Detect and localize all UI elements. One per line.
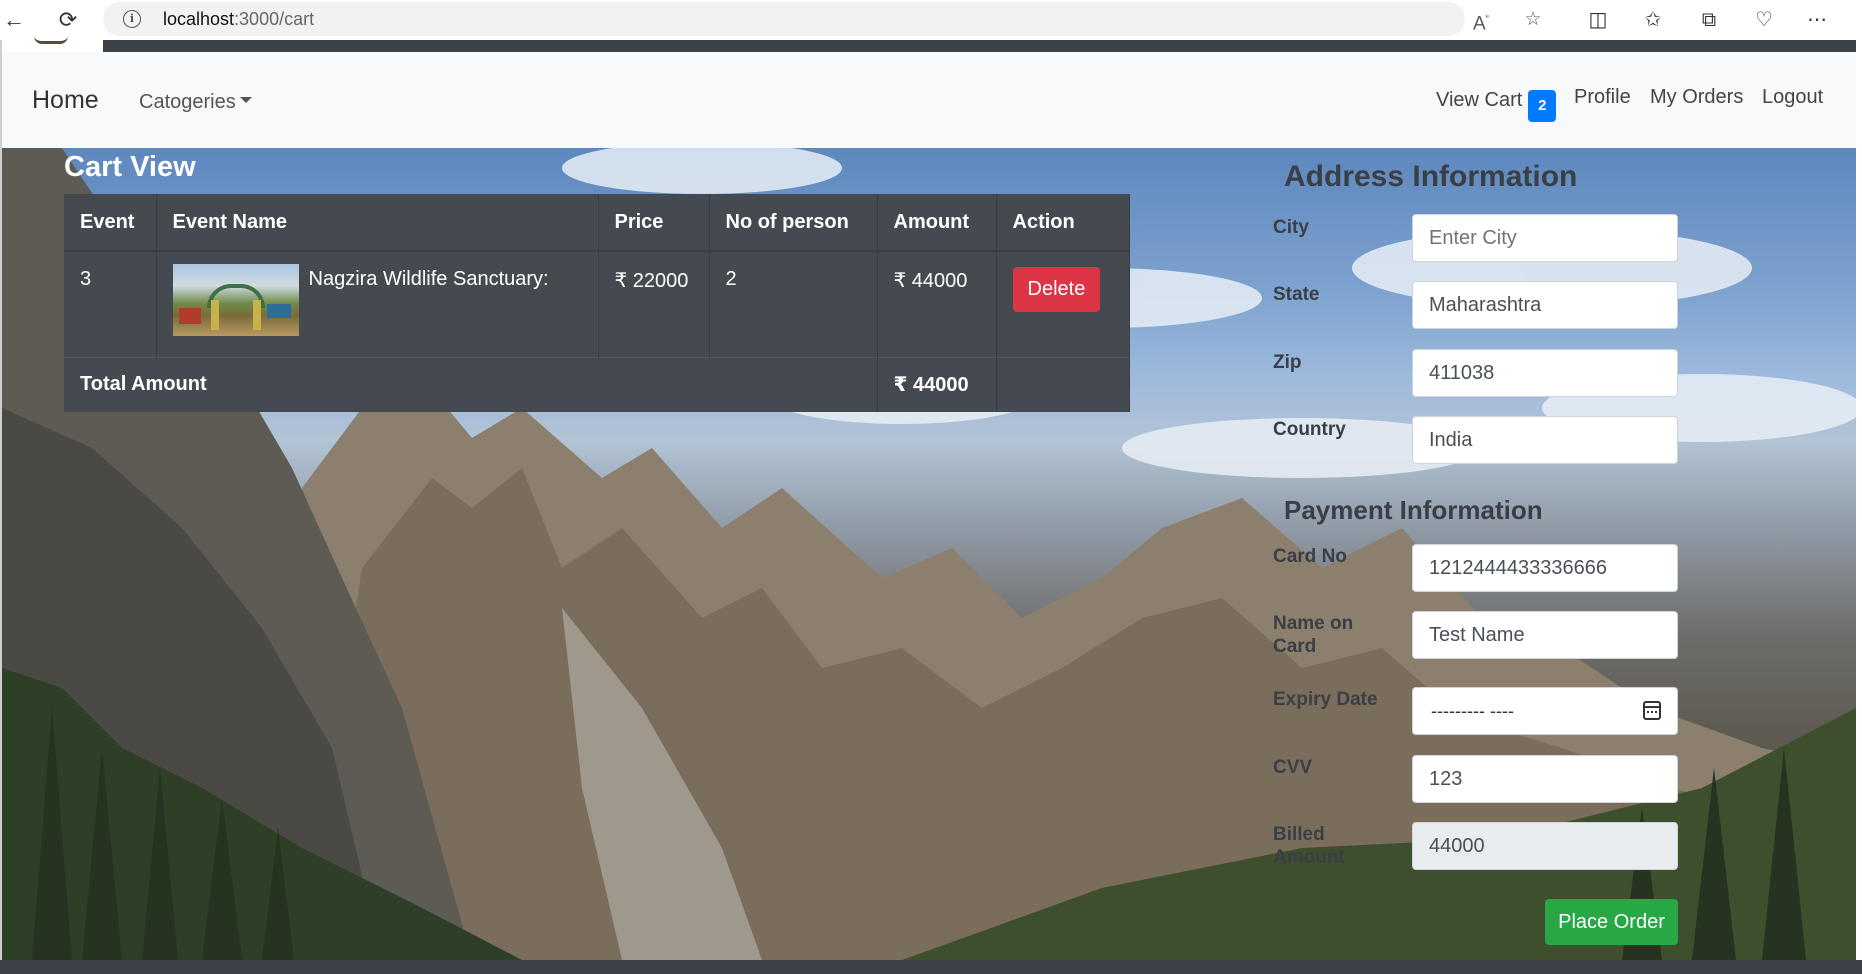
- expiry-date-value: --------- ----: [1431, 701, 1514, 721]
- cart-count-badge: 2: [1528, 90, 1557, 122]
- expiry-date-input[interactable]: --------- ----: [1412, 687, 1678, 735]
- cell-event: 3: [64, 250, 157, 357]
- column-header-persons: No of person: [709, 194, 878, 252]
- name-on-card-label: Name on Card: [1273, 613, 1354, 657]
- header-strip: [103, 40, 1856, 52]
- footer-strip: [0, 960, 1862, 974]
- caret-down-icon: [239, 96, 252, 103]
- total-empty-cell: [996, 356, 1130, 412]
- favorite-star-icon[interactable]: ☆: [1520, 7, 1546, 33]
- browser-essentials-icon[interactable]: ♡: [1750, 6, 1778, 34]
- column-header-action: Action: [996, 194, 1130, 252]
- column-header-price: Price: [598, 194, 710, 252]
- address-information-title: Address Information: [1284, 160, 1578, 193]
- nav-categories-label: Catogeries: [139, 91, 236, 113]
- state-label: State: [1273, 284, 1320, 305]
- collections-icon[interactable]: ⧉: [1695, 6, 1723, 34]
- column-header-event: Event: [64, 194, 157, 252]
- reload-icon[interactable]: ⟳: [54, 6, 82, 34]
- zip-label: Zip: [1273, 352, 1302, 373]
- url-text[interactable]: localhost:3000/cart: [163, 9, 314, 30]
- address-bar[interactable]: i localhost:3000/cart A“ ☆: [103, 2, 1542, 36]
- cell-event-name: Nagzira Wildlife Sanctuary:: [156, 250, 599, 357]
- cell-amount: ₹ 44000: [877, 250, 997, 357]
- browser-toolbar: ← ⟳ i localhost:3000/cart A“ ☆ ◫ ✩ ⧉ ♡ ⋯: [0, 0, 1862, 40]
- cart-table: Event Event Name Price No of person Amou…: [64, 194, 1130, 412]
- nav-my-orders[interactable]: My Orders: [1650, 86, 1743, 109]
- cart-view-title: Cart View: [64, 151, 196, 183]
- more-icon[interactable]: ⋯: [1803, 6, 1831, 34]
- navbar: Home Catogeries View Cart 2 Profile My Or…: [2, 52, 1856, 148]
- nav-logout[interactable]: Logout: [1762, 86, 1823, 109]
- nav-categories-dropdown[interactable]: Catogeries: [139, 91, 252, 114]
- read-aloud-icon[interactable]: A“: [1468, 7, 1494, 34]
- event-thumbnail-image: [172, 264, 299, 336]
- card-no-label: Card No: [1273, 546, 1347, 567]
- billed-amount-input: [1412, 822, 1678, 870]
- nav-home[interactable]: Home: [32, 86, 99, 115]
- split-screen-icon[interactable]: ◫: [1584, 6, 1612, 34]
- payment-information-title: Payment Information: [1284, 495, 1543, 525]
- total-amount: ₹ 44000: [877, 356, 997, 412]
- total-label: Total Amount: [64, 356, 878, 412]
- favorites-icon[interactable]: ✩: [1639, 6, 1667, 34]
- url-path: :3000/cart: [234, 9, 315, 29]
- country-input[interactable]: [1412, 416, 1678, 464]
- nav-profile[interactable]: Profile: [1574, 86, 1631, 109]
- column-header-event-name: Event Name: [156, 194, 599, 252]
- cvv-input[interactable]: [1412, 755, 1678, 803]
- zip-input[interactable]: [1412, 349, 1678, 397]
- state-input[interactable]: [1412, 281, 1678, 329]
- billed-amount-label: Billed Amount: [1273, 824, 1345, 868]
- city-input[interactable]: [1412, 214, 1678, 262]
- event-name-text: Nagzira Wildlife Sanctuary:: [308, 268, 549, 290]
- cell-price: ₹ 22000: [598, 250, 710, 357]
- expiry-date-label: Expiry Date: [1273, 689, 1378, 710]
- nav-view-cart-label: View Cart: [1436, 89, 1523, 111]
- logo-icon: [34, 36, 68, 44]
- cell-persons: 2: [709, 250, 878, 357]
- cvv-label: CVV: [1273, 757, 1313, 778]
- table-row: 3 Nagzira Wildlife Sanctuary: ₹ 22000 2 …: [64, 250, 1130, 357]
- calendar-icon[interactable]: [1643, 701, 1661, 720]
- city-label: City: [1273, 217, 1309, 238]
- back-arrow-icon[interactable]: ←: [0, 6, 28, 34]
- column-header-amount: Amount: [877, 194, 997, 252]
- cart-table-header-row: Event Event Name Price No of person Amou…: [64, 194, 1130, 252]
- nav-view-cart[interactable]: View Cart 2: [1436, 86, 1557, 122]
- total-row: Total Amount ₹ 44000: [64, 356, 1130, 412]
- name-on-card-input[interactable]: [1412, 611, 1678, 659]
- info-icon[interactable]: i: [123, 10, 141, 28]
- card-no-input[interactable]: [1412, 544, 1678, 592]
- place-order-button[interactable]: Place Order: [1545, 899, 1678, 945]
- cell-action: Delete: [996, 250, 1130, 357]
- delete-button[interactable]: Delete: [1012, 267, 1101, 312]
- url-host: localhost: [163, 9, 235, 29]
- country-label: Country: [1273, 419, 1346, 440]
